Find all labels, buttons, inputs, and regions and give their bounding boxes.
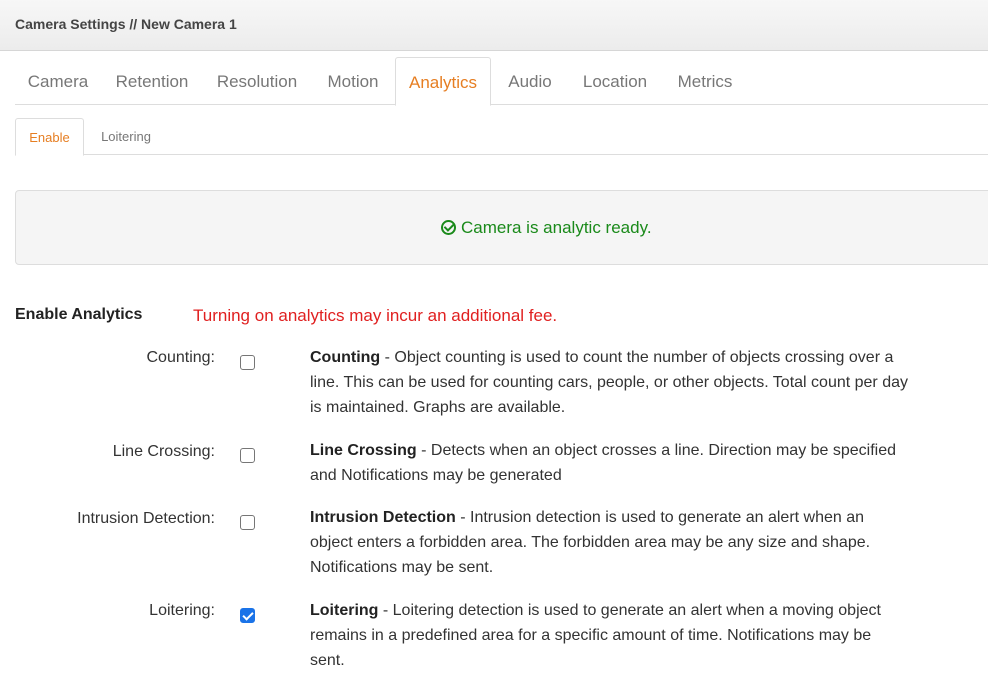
status-panel: Camera is analytic ready. <box>15 190 988 265</box>
intrusion-detection-label: Intrusion Detection: <box>77 510 215 527</box>
intrusion-detection-name: Intrusion Detection <box>310 509 456 526</box>
analytics-subtabs: Enable Loitering <box>15 118 988 156</box>
line-crossing-checkbox[interactable] <box>240 448 255 463</box>
line-crossing-name: Line Crossing <box>310 442 417 459</box>
status-text: Camera is analytic ready. <box>461 218 652 237</box>
fee-warning: Turning on analytics may incur an additi… <box>193 306 558 325</box>
counting-checkbox[interactable] <box>240 355 255 370</box>
tab-metrics[interactable]: Metrics <box>661 57 749 105</box>
subtab-loitering[interactable]: Loitering <box>87 118 165 155</box>
loitering-text: - Loitering detection is used to generat… <box>310 602 881 669</box>
counting-text: - Object counting is used to count the n… <box>310 349 908 416</box>
tab-location[interactable]: Location <box>569 57 661 105</box>
subtab-enable[interactable]: Enable <box>15 118 84 156</box>
main-tabs: Camera Retention Resolution Motion Analy… <box>15 57 988 106</box>
check-circle-icon <box>441 220 456 235</box>
line-crossing-label: Line Crossing: <box>112 443 215 460</box>
counting-description: Counting - Object counting is used to co… <box>310 345 910 420</box>
counting-name: Counting <box>310 349 381 366</box>
tab-retention[interactable]: Retention <box>101 57 203 105</box>
loitering-label: Loitering: <box>149 602 215 619</box>
loitering-description: Loitering - Loitering detection is used … <box>310 598 910 673</box>
loitering-checkbox[interactable] <box>240 608 255 623</box>
section-title: Enable Analytics <box>15 306 143 323</box>
status-message: Camera is analytic ready. <box>441 218 652 238</box>
page-title: Camera Settings // New Camera 1 <box>15 16 237 32</box>
tab-camera[interactable]: Camera <box>15 57 101 105</box>
tab-analytics[interactable]: Analytics <box>395 57 491 106</box>
tab-resolution[interactable]: Resolution <box>203 57 311 105</box>
loitering-name: Loitering <box>310 602 379 619</box>
tab-motion[interactable]: Motion <box>311 57 395 105</box>
intrusion-detection-checkbox[interactable] <box>240 515 255 530</box>
line-crossing-description: Line Crossing - Detects when an object c… <box>310 438 910 488</box>
counting-label: Counting: <box>146 349 216 366</box>
intrusion-detection-description: Intrusion Detection - Intrusion detectio… <box>310 505 910 580</box>
tab-audio[interactable]: Audio <box>491 57 569 105</box>
page-header: Camera Settings // New Camera 1 <box>0 0 988 51</box>
